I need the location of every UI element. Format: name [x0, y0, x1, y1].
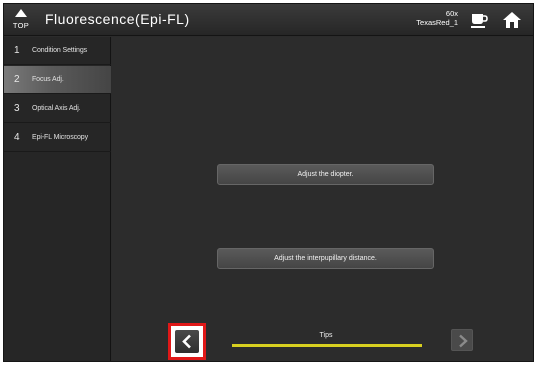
step-number: 2 [14, 74, 20, 85]
main-panel: Adjust the diopter. Adjust the interpupi… [112, 37, 533, 361]
header-bar: TOP Fluorescence(Epi-FL) 60x TexasRed_1 [4, 4, 533, 36]
up-triangle-icon [15, 9, 27, 17]
tips-label[interactable]: Tips [228, 332, 424, 339]
step-label: Condition Settings [32, 47, 88, 54]
sidebar-item-epi-fl-microscopy[interactable]: 4 Epi-FL Microscopy [4, 124, 111, 152]
step-label: Focus Adj. [32, 76, 64, 83]
home-button[interactable] [502, 10, 522, 30]
cup-button[interactable] [469, 11, 489, 29]
step-number: 1 [14, 45, 20, 56]
step-number: 4 [14, 132, 20, 143]
step-number: 3 [14, 103, 20, 114]
previous-button[interactable] [168, 323, 206, 360]
top-button[interactable]: TOP [9, 7, 33, 33]
adjust-interpupillary-distance-button[interactable]: Adjust the interpupillary distance. [217, 248, 434, 269]
cup-icon [471, 14, 488, 28]
sidebar-item-condition-settings[interactable]: 1 Condition Settings [4, 37, 111, 65]
sidebar-item-optical-axis-adj[interactable]: 3 Optical Axis Adj. [4, 95, 111, 123]
status-readout: 60x TexasRed_1 [412, 9, 458, 27]
app-screen: TOP Fluorescence(Epi-FL) 60x TexasRed_1 … [3, 3, 534, 362]
adjust-diopter-button[interactable]: Adjust the diopter. [217, 164, 434, 185]
magnification-value: 60x [445, 9, 458, 18]
chevron-left-icon [182, 334, 191, 349]
top-button-label: TOP [12, 21, 30, 30]
home-icon [503, 12, 521, 28]
step-label: Optical Axis Adj. [32, 105, 81, 112]
tips-indicator-line [232, 344, 422, 347]
sidebar-item-focus-adj[interactable]: 2 Focus Adj. [4, 66, 111, 94]
chevron-right-icon [459, 334, 468, 348]
step-label: Epi-FL Microscopy [32, 134, 88, 141]
step-sidebar: 1 Condition Settings 2 Focus Adj. 3 Opti… [4, 37, 111, 361]
next-button[interactable] [451, 329, 473, 351]
page-title: Fluorescence(Epi-FL) [45, 11, 190, 27]
previous-button-face[interactable] [175, 330, 199, 353]
filter-value: TexasRed_1 [416, 18, 458, 27]
